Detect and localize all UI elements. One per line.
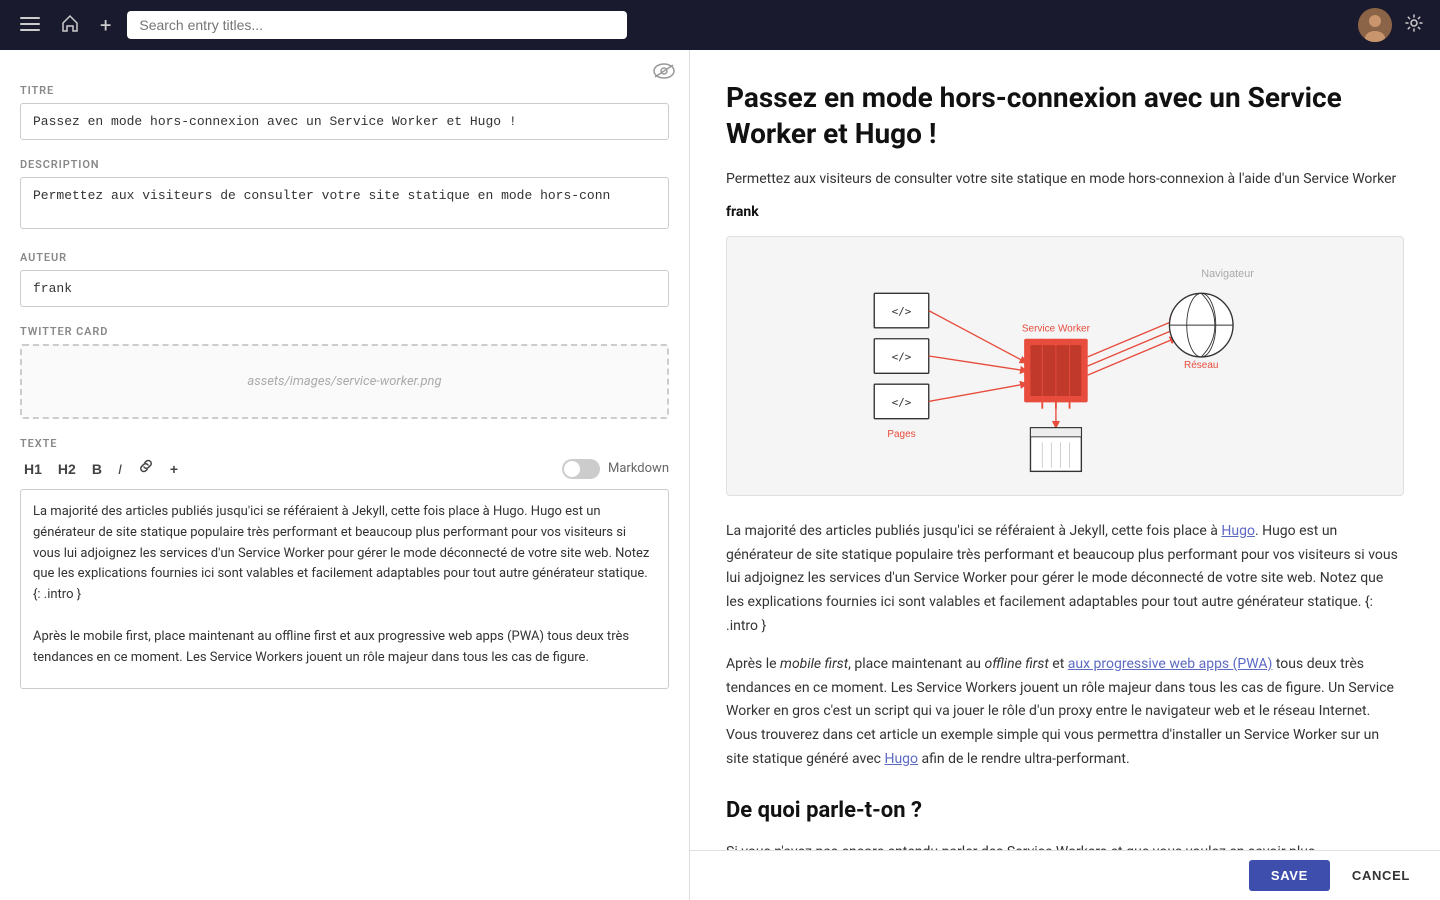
texte-label: TEXTE <box>20 437 669 450</box>
auteur-label: AUTEUR <box>20 251 669 264</box>
markdown-switch[interactable] <box>562 459 600 479</box>
twitter-card-label: TWITTER CARD <box>20 325 669 338</box>
bold-button[interactable]: B <box>88 459 106 479</box>
svg-text:Service Worker: Service Worker <box>1022 323 1091 334</box>
svg-text:</>: </> <box>892 350 912 363</box>
h1-button[interactable]: H1 <box>20 459 46 479</box>
home-icon[interactable] <box>56 9 84 42</box>
svg-text:</>: </> <box>892 396 912 409</box>
twitter-card-placeholder: assets/images/service-worker.png <box>247 374 441 389</box>
titre-label: TITRE <box>20 84 669 97</box>
menu-icon[interactable] <box>16 11 44 40</box>
svg-text:Réseau: Réseau <box>1184 360 1218 371</box>
preview-paragraph-1: La majorité des articles publiés jusqu'i… <box>726 520 1404 639</box>
titre-input[interactable] <box>20 103 669 140</box>
preview-h2: De quoi parle-t-on ? <box>726 792 1404 829</box>
text-editor[interactable]: La majorité des articles publiés jusqu'i… <box>20 489 669 689</box>
plus-toolbar-button[interactable]: + <box>166 459 182 479</box>
preview-description: Permettez aux visiteurs de consulter vot… <box>726 169 1404 190</box>
description-input[interactable]: Permettez aux visiteurs de consulter vot… <box>20 177 669 229</box>
preview-author: frank <box>726 204 1404 220</box>
left-panel: TITRE DESCRIPTION Permettez aux visiteur… <box>0 50 690 900</box>
main-layout: TITRE DESCRIPTION Permettez aux visiteur… <box>0 50 1440 900</box>
preview-paragraph-2: Après le mobile first, place maintenant … <box>726 653 1404 772</box>
gear-icon[interactable] <box>1404 13 1424 38</box>
texte-toolbar: H1 H2 B I + Markdown <box>20 456 669 481</box>
search-input[interactable] <box>127 11 627 39</box>
hugo-link-1[interactable]: Hugo <box>1221 523 1255 539</box>
top-nav: + <box>0 0 1440 50</box>
twitter-card-dropzone[interactable]: assets/images/service-worker.png <box>20 344 669 419</box>
service-worker-diagram: Navigateur </> </> </> Pages <box>726 236 1404 496</box>
h2-button[interactable]: H2 <box>54 459 80 479</box>
description-label: DESCRIPTION <box>20 158 669 171</box>
right-panel: Passez en mode hors-connexion avec un Se… <box>690 50 1440 900</box>
preview-title: Passez en mode hors-connexion avec un Se… <box>726 80 1404 153</box>
cancel-button[interactable]: CANCEL <box>1342 860 1420 891</box>
svg-text:Cache: Cache <box>1041 474 1070 475</box>
svg-text:Pages: Pages <box>887 429 915 440</box>
link-button[interactable] <box>134 456 158 481</box>
auteur-input[interactable] <box>20 270 669 307</box>
bottom-bar: SAVE CANCEL <box>690 850 1440 900</box>
svg-text:</>: </> <box>892 305 912 318</box>
avatar[interactable] <box>1358 8 1392 42</box>
italic-button[interactable]: I <box>114 459 126 479</box>
svg-text:Navigateur: Navigateur <box>1201 268 1254 280</box>
plus-icon[interactable]: + <box>96 9 115 41</box>
texte-section: TEXTE H1 H2 B I + Markdown La majorité d… <box>20 437 669 693</box>
hide-toggle-button[interactable] <box>653 62 675 85</box>
markdown-toggle: Markdown <box>562 459 669 479</box>
markdown-label: Markdown <box>608 461 669 476</box>
hugo-link-2[interactable]: Hugo <box>884 751 918 767</box>
pwa-link[interactable]: aux progressive web apps (PWA) <box>1068 656 1273 672</box>
preview-body: La majorité des articles publiés jusqu'i… <box>726 520 1404 865</box>
save-button[interactable]: SAVE <box>1249 860 1330 891</box>
